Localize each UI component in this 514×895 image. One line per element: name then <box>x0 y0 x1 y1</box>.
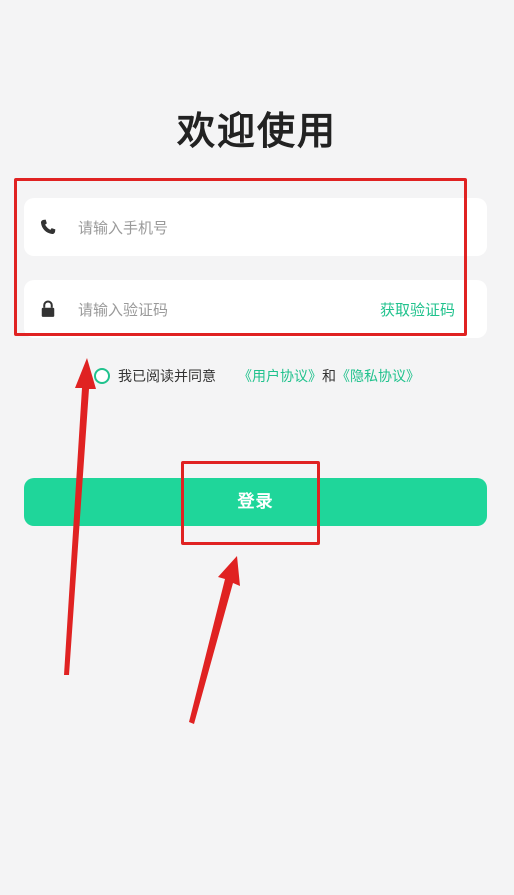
annotation-arrows <box>64 358 240 724</box>
annotation-arrow-right <box>189 556 240 724</box>
annotation-arrow-left <box>64 358 96 675</box>
